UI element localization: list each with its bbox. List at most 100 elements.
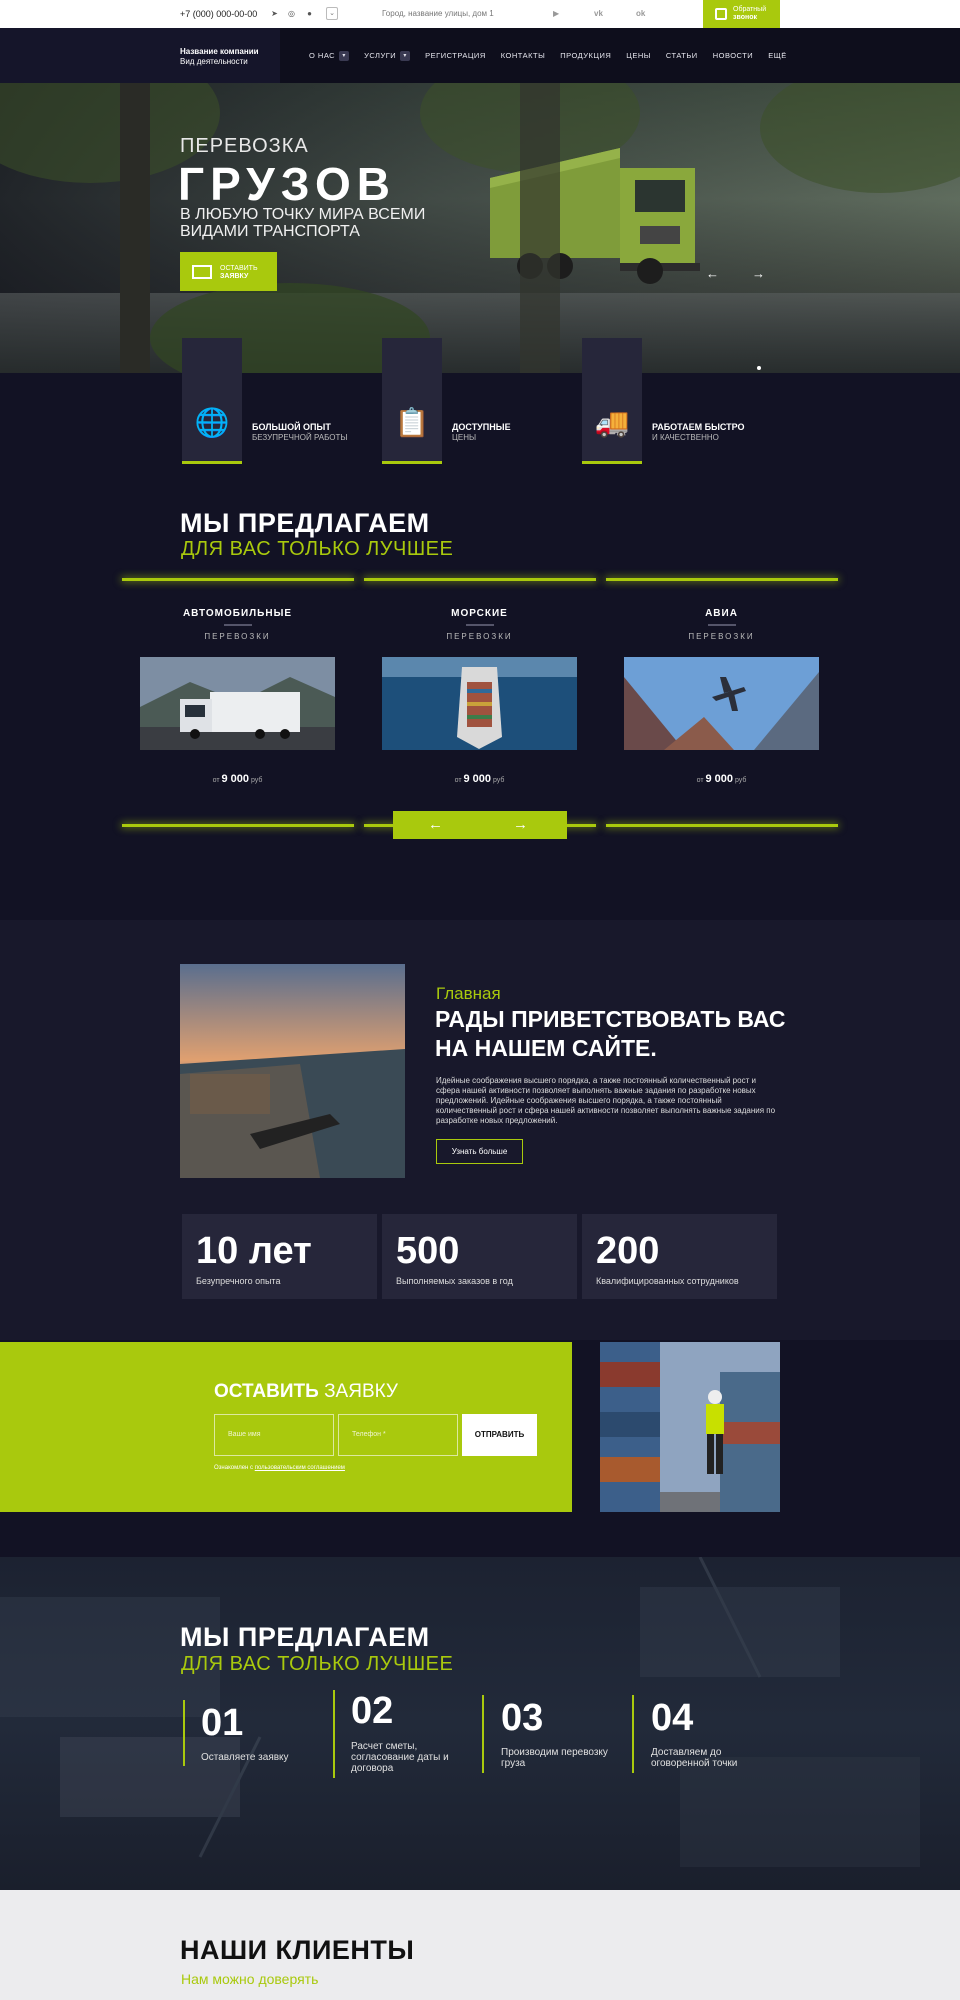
step-accent — [183, 1700, 185, 1766]
step-text: Оставляете заявку — [201, 1752, 289, 1763]
feature-box — [382, 338, 442, 464]
road-freight-image — [140, 657, 335, 750]
envelope-icon — [192, 265, 212, 279]
price-unit: руб — [492, 777, 505, 784]
divider — [122, 578, 354, 581]
chevron-down-icon[interactable]: ▾ — [339, 51, 350, 62]
arrow-left-icon[interactable]: ← — [706, 266, 719, 281]
nav-item-registration[interactable]: РЕГИСТРАЦИЯ — [425, 51, 486, 61]
price-prefix: от — [212, 777, 220, 784]
arrow-left-icon[interactable]: ← — [428, 816, 443, 833]
stat-label: Квалифицированных сотрудников — [596, 1276, 739, 1286]
cta-label-1: ОСТАВИТЬ — [220, 265, 258, 272]
steps-title: МЫ ПРЕДЛАГАЕМ — [180, 1622, 430, 1652]
steps-subtitle: ДЛЯ ВАС ТОЛЬКО ЛУЧШЕЕ — [181, 1653, 454, 1675]
stat-value: 500 — [396, 1230, 460, 1272]
divider — [364, 578, 596, 581]
clients-title: НАШИ КЛИЕНТЫ — [180, 1935, 415, 1965]
cta-label-2: ЗАЯВКУ — [220, 273, 249, 280]
price-prefix: от — [696, 777, 704, 784]
nav-item-more[interactable]: ЕЩЁ — [768, 51, 787, 61]
card-title: АВТОМОБИЛЬНЫЕ — [182, 608, 293, 619]
callback-label-2: звонок — [733, 14, 757, 21]
stat-card: 200 Квалифицированных сотрудников — [582, 1214, 777, 1299]
feature-box — [182, 338, 242, 464]
stat-value: 10 лет — [196, 1230, 312, 1272]
divider — [708, 624, 736, 626]
hero-banner: ПЕРЕВОЗКА ГРУЗОВ В ЛЮБУЮ ТОЧКУ МИРА ВСЕМ… — [0, 83, 960, 373]
divider — [466, 624, 494, 626]
arrow-right-icon[interactable]: → — [752, 266, 765, 281]
card-subtitle: ПЕРЕВОЗКИ — [688, 632, 755, 641]
stat-card: 10 лет Безупречного опыта — [182, 1214, 377, 1299]
agreement-text: Ознакомлен с пользовательским соглашение… — [214, 1465, 345, 1471]
price-prefix: от — [454, 777, 462, 784]
top-bar: +7 (000) 000-00-00 ➤ ◎ ● ⌄ Город, назван… — [0, 0, 960, 28]
card-title: АВИА — [705, 608, 738, 619]
divider — [606, 578, 838, 581]
nav-item-label: О НАС — [309, 51, 336, 60]
phone-field[interactable]: Телефон * — [338, 1414, 458, 1456]
hero-kicker: ПЕРЕВОЗКА — [180, 135, 309, 157]
delivery-truck-icon: 🚚 — [594, 407, 630, 438]
air-freight-image — [624, 657, 819, 750]
nav-item-services[interactable]: УСЛУГИ ▾ — [364, 51, 411, 62]
nav-item-about[interactable]: О НАС ▾ — [309, 51, 350, 62]
contacts-dropdown-button[interactable]: ⌄ — [326, 7, 338, 20]
clients-subtitle: Нам можно доверять — [181, 1971, 319, 1987]
arrow-right-icon[interactable]: → — [513, 816, 528, 833]
hero-title: ГРУЗОВ — [178, 158, 396, 210]
stat-card: 500 Выполняемых заказов в год — [382, 1214, 577, 1299]
callback-button[interactable]: Обратный звонок — [703, 0, 780, 28]
leave-request-button[interactable]: ОСТАВИТЬ ЗАЯВКУ — [180, 252, 277, 291]
step-number: 02 — [351, 1690, 394, 1732]
nav-item-news[interactable]: НОВОСТИ — [713, 51, 753, 61]
form-title-light: ЗАЯВКУ — [324, 1381, 398, 1402]
feature-title: ДОСТУПНЫЕ — [452, 422, 511, 432]
submit-button[interactable]: ОТПРАВИТЬ — [462, 1414, 537, 1456]
step-number: 03 — [501, 1697, 544, 1739]
card-price: от 9 000 руб — [382, 773, 577, 785]
agreement-link[interactable]: пользовательским соглашением — [255, 1465, 345, 1471]
steps-background — [0, 1557, 960, 1890]
welcome-title: РАДЫ ПРИВЕТСТВОВАТЬ ВАС НА НАШЕМ САЙТЕ. — [435, 1006, 786, 1061]
slide-dot[interactable] — [757, 366, 761, 370]
foliage-decoration — [760, 83, 960, 193]
welcome-kicker: Главная — [436, 984, 501, 1003]
feature-subtitle: БЕЗУПРЕЧНОЙ РАБОТЫ — [252, 433, 348, 442]
offers-subtitle: ДЛЯ ВАС ТОЛЬКО ЛУЧШЕЕ — [181, 538, 454, 560]
nav-item-contacts[interactable]: КОНТАКТЫ — [501, 51, 545, 61]
chevron-down-icon[interactable]: ▾ — [400, 51, 411, 62]
whatsapp-icon[interactable]: ◎ — [287, 9, 296, 18]
price-unit: руб — [250, 777, 263, 784]
vk-icon[interactable]: vk — [594, 9, 603, 18]
logo[interactable]: Название компании Вид деятельности — [180, 47, 259, 67]
phone-icon — [715, 8, 727, 20]
clients-background — [0, 1890, 960, 2000]
nav-item-prices[interactable]: ЦЕНЫ — [626, 51, 651, 61]
card-price: от 9 000 руб — [140, 773, 335, 785]
nav-item-products[interactable]: ПРОДУКЦИЯ — [560, 51, 611, 61]
worker-containers-image — [600, 1342, 780, 1512]
youtube-icon[interactable]: ▶ — [553, 9, 559, 18]
form-title: ОСТАВИТЬ ЗАЯВКУ — [214, 1381, 398, 1403]
phone-number[interactable]: +7 (000) 000-00-00 — [180, 9, 257, 19]
tree-trunk — [520, 83, 560, 373]
step-text: Производим перевозку груза — [501, 1747, 608, 1769]
step-accent — [632, 1695, 634, 1773]
card-subtitle: ПЕРЕВОЗКИ — [446, 632, 513, 641]
nav-item-articles[interactable]: СТАТЬИ — [666, 51, 698, 61]
feature-title: РАБОТАЕМ БЫСТРО — [652, 422, 745, 432]
step-accent — [482, 1695, 484, 1773]
viber-icon[interactable]: ● — [305, 9, 314, 18]
callback-label-1: Обратный — [733, 6, 767, 13]
main-navigation: Название компании Вид деятельности О НАС… — [0, 28, 960, 83]
learn-more-button[interactable]: Узнать больше — [436, 1139, 523, 1164]
card-title: МОРСКИЕ — [451, 608, 508, 619]
odnoklassniki-icon[interactable]: ok — [636, 9, 645, 18]
name-field[interactable]: Ваше имя — [214, 1414, 334, 1456]
port-image — [180, 964, 405, 1178]
company-activity: Вид деятельности — [180, 57, 248, 66]
telegram-icon[interactable]: ➤ — [270, 9, 279, 18]
offers-title: МЫ ПРЕДЛАГАЕМ — [180, 508, 430, 538]
